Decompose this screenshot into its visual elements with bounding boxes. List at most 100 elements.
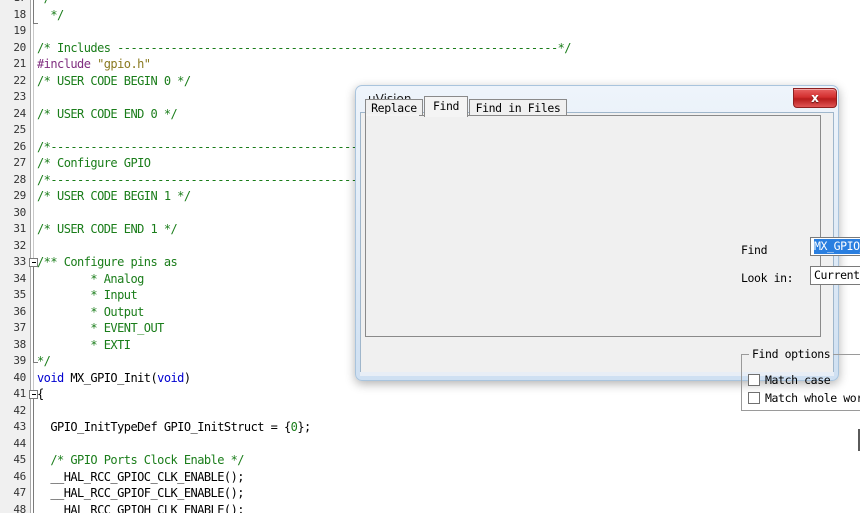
line-number: 19: [13, 24, 26, 37]
fold-region-line: [33, 0, 34, 23]
line-number: 24: [13, 106, 26, 120]
code-line-text: /* USER CODE BEGIN 0 */: [37, 73, 191, 90]
code-line-text: __HAL_RCC_GPIOH_CLK_ENABLE();: [37, 502, 244, 513]
look-in-value: Current Project: [814, 268, 860, 282]
checkbox-box-icon[interactable]: [748, 374, 760, 386]
line-number: 32: [13, 238, 26, 252]
code-token: * EVENT_OUT: [37, 321, 164, 335]
code-line-text: __HAL_RCC_GPIOC_CLK_ENABLE();: [37, 469, 244, 486]
code-line-text: */: [37, 353, 51, 370]
code-token: */: [37, 354, 51, 368]
fold-toggle-icon[interactable]: [29, 257, 38, 267]
code-token: void: [37, 370, 71, 385]
code-line[interactable]: 20 /* Includes --------------------------…: [0, 40, 860, 57]
code-line-text: /* USER CODE END 1 */: [37, 221, 178, 238]
code-line-text: * Analog: [37, 271, 144, 288]
tab-pane-top-mask: [366, 114, 419, 116]
find-label: Find: [741, 243, 768, 257]
line-number: 37: [13, 321, 26, 334]
line-number: 39: [13, 354, 26, 367]
code-token: __HAL_RCC_GPIOC_CLK_ENABLE();: [37, 469, 244, 484]
line-number: 40: [13, 370, 26, 384]
code-token: __HAL_RCC_GPIOF_CLK_ENABLE();: [37, 486, 244, 500]
code-line[interactable]: 48 __HAL_RCC_GPIOH_CLK_ENABLE();: [0, 502, 860, 513]
code-line[interactable]: 19: [0, 23, 860, 40]
find-dialog[interactable]: µVision x ReplaceFindFind in Files Find …: [355, 85, 860, 451]
tab-strip[interactable]: Replace Find Find in Files: [365, 96, 821, 117]
code-line-text: __HAL_RCC_GPIOF_CLK_ENABLE();: [37, 485, 244, 502]
line-number: 42: [13, 403, 26, 417]
code-token: /* Configure GPIO: [37, 156, 151, 170]
line-number: 46: [13, 469, 26, 483]
code-token: };: [297, 420, 311, 434]
line-number: 36: [13, 304, 26, 318]
code-line-text: void MX_GPIO_Init(void): [37, 370, 191, 387]
code-token: __HAL_RCC_GPIOH_CLK_ENABLE();: [37, 502, 244, 513]
line-number: 35: [13, 288, 26, 301]
code-line[interactable]: 43 GPIO_InitTypeDef GPIO_InitStruct = {0…: [0, 419, 860, 436]
fold-region-foot: [33, 362, 38, 363]
code-line[interactable]: 45 /* GPIO Ports Clock Enable */: [0, 452, 860, 469]
code-token: MX_GPIO_Init(: [70, 370, 158, 385]
code-token: * Analog: [37, 271, 144, 286]
line-number: 21: [13, 57, 26, 70]
code-token: */: [37, 7, 64, 22]
code-line[interactable]: 47 __HAL_RCC_GPIOF_CLK_ENABLE();: [0, 485, 860, 502]
line-number: 33: [13, 255, 26, 268]
code-token: /** Configure pins as: [37, 255, 178, 269]
fold-region-line: [33, 399, 34, 513]
look-in-label: Look in:: [741, 271, 794, 285]
fold-region-foot: [33, 23, 38, 24]
code-line[interactable]: 18 */: [0, 7, 860, 24]
checkbox-label: Match whole wor: [765, 391, 860, 405]
fold-region-line: [33, 267, 34, 362]
line-number: 48: [13, 502, 26, 513]
fold-toggle-icon[interactable]: [29, 389, 38, 399]
line-number: 26: [13, 139, 26, 153]
line-number: 47: [13, 486, 26, 499]
code-token: * EXTI: [37, 337, 131, 352]
code-token: /* USER CODE END 0 */: [37, 106, 178, 121]
line-number: 20: [13, 40, 26, 54]
code-line-text: * Output: [37, 304, 144, 321]
checkbox-box-icon[interactable]: [748, 392, 760, 404]
tab-find-in-files[interactable]: Find in Files: [469, 99, 567, 116]
line-number: 45: [13, 453, 26, 466]
find-options-legend: Find options: [749, 347, 834, 361]
code-line[interactable]: 44: [0, 436, 860, 453]
line-number: 34: [13, 271, 26, 285]
code-token: {: [37, 387, 44, 401]
line-number: 43: [13, 420, 26, 433]
code-line[interactable]: 42: [0, 403, 860, 420]
code-token: /* GPIO Ports Clock Enable */: [37, 453, 244, 467]
code-token: #include: [37, 57, 98, 71]
code-line-text: #include "gpio.h": [37, 56, 151, 73]
checkbox-label: Match case: [765, 373, 831, 387]
code-line-text: /* Configure GPIO: [37, 155, 151, 172]
line-number: 41: [13, 387, 26, 400]
code-token: GPIO_InitTypeDef GPIO_InitStruct = {: [37, 420, 291, 434]
line-number: 30: [13, 205, 26, 219]
code-token: "gpio.h": [97, 57, 151, 71]
line-number: 22: [13, 73, 26, 87]
code-line-text: */: [37, 7, 64, 24]
tab-find[interactable]: Find: [424, 96, 468, 117]
code-token: void: [157, 370, 184, 385]
code-line-text: * EVENT_OUT: [37, 320, 164, 337]
code-line[interactable]: 46 __HAL_RCC_GPIOC_CLK_ENABLE();: [0, 469, 860, 486]
code-line-text: /* USER CODE END 0 */: [37, 106, 178, 123]
look-in-select[interactable]: Current Project: [810, 266, 860, 285]
code-line[interactable]: 41 {: [0, 386, 860, 403]
code-line[interactable]: 21 #include "gpio.h": [0, 56, 860, 73]
code-line-text: {: [37, 386, 44, 403]
code-line-text: /* Includes ----------------------------…: [37, 40, 572, 57]
code-token: * Input: [37, 288, 138, 302]
code-token: /* Includes ----------------------------…: [37, 40, 572, 55]
line-number: 27: [13, 156, 26, 169]
code-token: /* USER CODE BEGIN 1 */: [37, 189, 191, 203]
line-number: 31: [13, 222, 26, 235]
code-token: /* USER CODE BEGIN 0 */: [37, 73, 191, 88]
code-line-text: /* GPIO Ports Clock Enable */: [37, 452, 244, 469]
code-line-text: GPIO_InitTypeDef GPIO_InitStruct = {0};: [37, 419, 311, 436]
find-input[interactable]: MX_GPIO_Init: [810, 237, 860, 256]
